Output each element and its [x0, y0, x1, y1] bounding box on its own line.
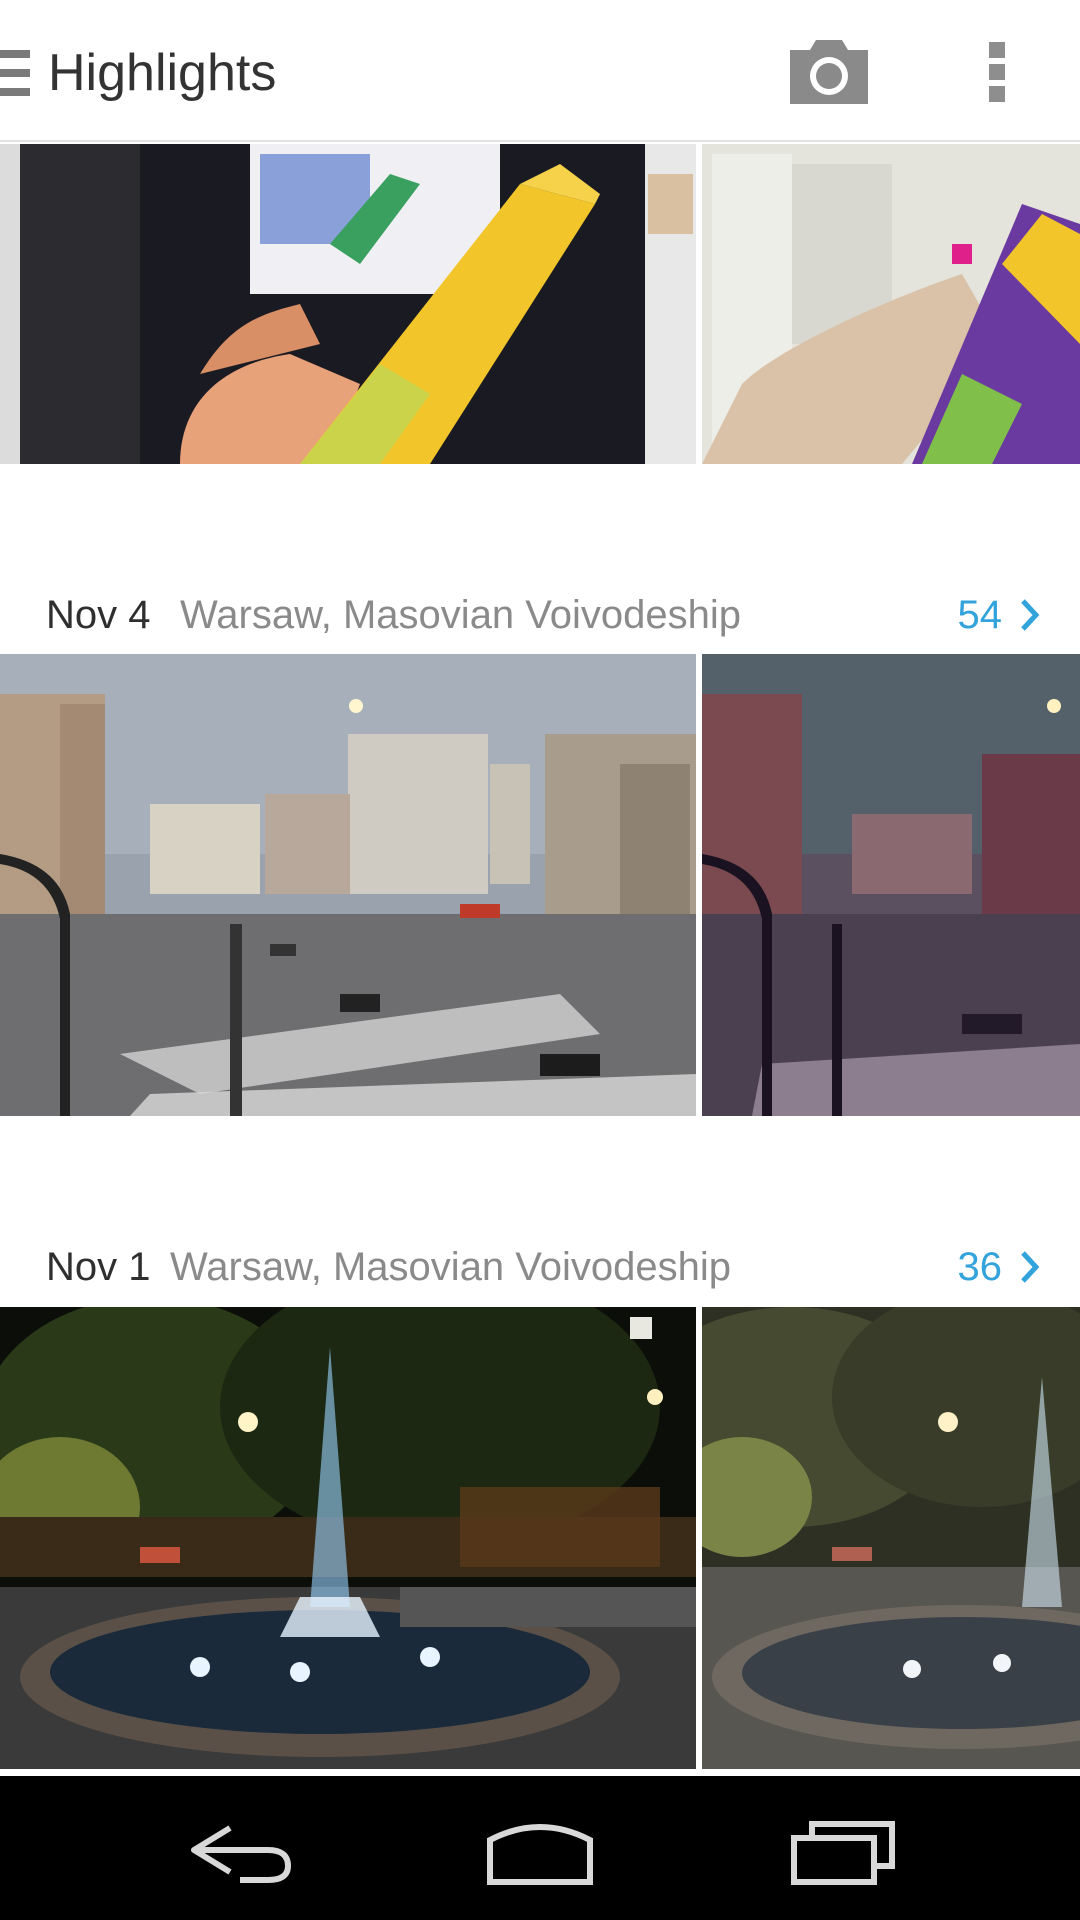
section-location: Warsaw, Masovian Voivodeship	[180, 593, 742, 637]
chevron-right-icon	[1021, 1251, 1040, 1283]
chevron-right-icon	[1021, 599, 1040, 631]
photo-mleko-tube-hand	[702, 144, 1080, 464]
section-count-button[interactable]: 36	[958, 1242, 1041, 1292]
home-icon[interactable]	[480, 1816, 600, 1886]
recent-apps-icon[interactable]	[780, 1816, 900, 1886]
camera-icon[interactable]	[786, 36, 872, 108]
hamburger-icon[interactable]	[0, 50, 30, 96]
photo-mleko-tube	[0, 144, 696, 464]
photo-fountain-night-faded	[702, 1307, 1080, 1769]
section-header: Nov 4 Warsaw, Masovian Voivodeship 54	[0, 580, 1080, 650]
photo-warsaw-street	[0, 654, 696, 1116]
photo-thumbnail[interactable]	[702, 1307, 1080, 1769]
photo-thumbnail[interactable]	[702, 144, 1080, 464]
photo-thumbnail[interactable]	[702, 654, 1080, 1116]
page-title[interactable]: Highlights	[48, 44, 276, 102]
photo-thumbnail[interactable]	[0, 1307, 696, 1769]
photo-fountain-night	[0, 1307, 696, 1769]
section-date: Nov 1	[46, 1245, 151, 1289]
system-navigation-bar	[0, 1776, 1080, 1920]
photo-count: 36	[957, 1245, 1003, 1289]
section-location: Warsaw, Masovian Voivodeship	[170, 1245, 732, 1289]
section-count-button[interactable]: 54	[958, 590, 1041, 640]
section-date: Nov 4	[46, 593, 151, 637]
section-header: Nov 1 Warsaw, Masovian Voivodeship 36	[0, 1232, 1080, 1302]
photo-count: 54	[957, 593, 1003, 637]
photo-warsaw-street-purple	[702, 654, 1080, 1116]
overflow-menu-icon[interactable]	[976, 34, 1016, 110]
back-icon[interactable]	[180, 1816, 300, 1886]
photo-thumbnail[interactable]	[0, 144, 696, 464]
photo-thumbnail[interactable]	[0, 654, 696, 1116]
app-bar: Highlights	[0, 0, 1080, 142]
